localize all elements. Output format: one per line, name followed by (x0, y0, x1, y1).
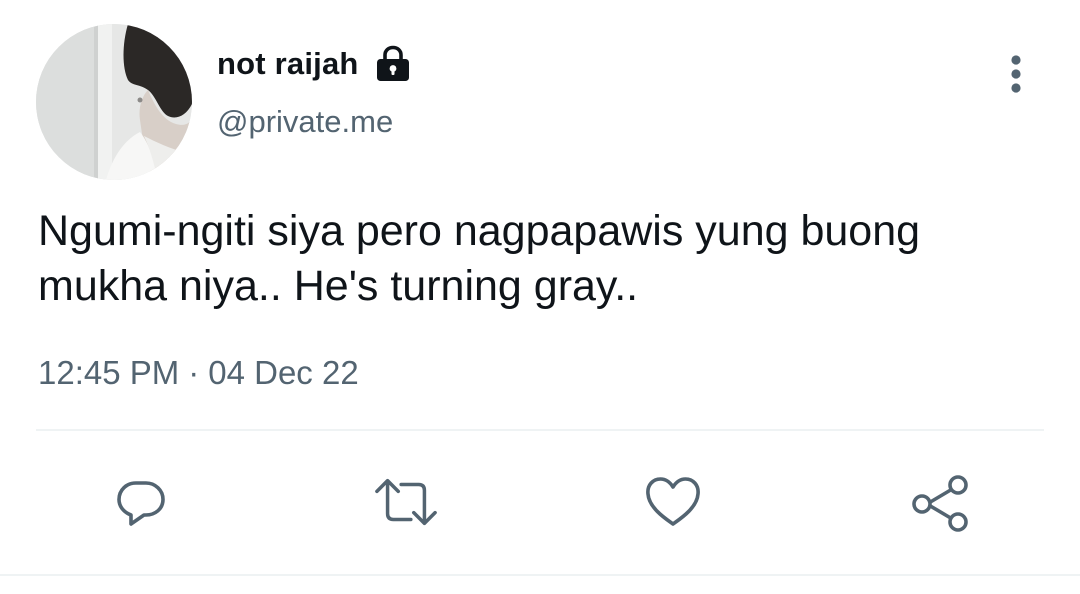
author-name-row: not raijah (217, 42, 411, 86)
tweet-text: Ngumi-ngiti siya pero nagpapawis yung bu… (38, 207, 921, 310)
display-name[interactable]: not raijah (217, 46, 359, 82)
tweet-date: 04 Dec 22 (208, 354, 359, 391)
tweet-card: not raijah @private.me Ngumi-ngiti siya … (0, 0, 1080, 594)
author-handle[interactable]: @private.me (217, 104, 393, 140)
heart-icon (646, 477, 700, 526)
tweet-timestamp[interactable]: 12:45 PM · 04 Dec 22 (38, 354, 359, 392)
more-vertical-icon (1011, 55, 1021, 93)
bottom-divider (0, 574, 1080, 576)
like-button[interactable] (641, 470, 705, 534)
retweet-button[interactable] (374, 470, 438, 534)
divider (36, 429, 1044, 431)
avatar[interactable] (36, 24, 192, 180)
profile-photo (36, 24, 192, 180)
retweet-icon (375, 478, 437, 526)
reply-button[interactable] (109, 470, 173, 534)
tweet-time: 12:45 PM (38, 354, 180, 391)
lock-icon (375, 44, 411, 84)
reply-icon (117, 481, 165, 526)
share-icon (912, 475, 968, 532)
timestamp-separator: · (188, 354, 200, 391)
share-button[interactable] (908, 470, 972, 534)
action-bar (0, 470, 1080, 534)
more-options-button[interactable] (996, 52, 1036, 96)
